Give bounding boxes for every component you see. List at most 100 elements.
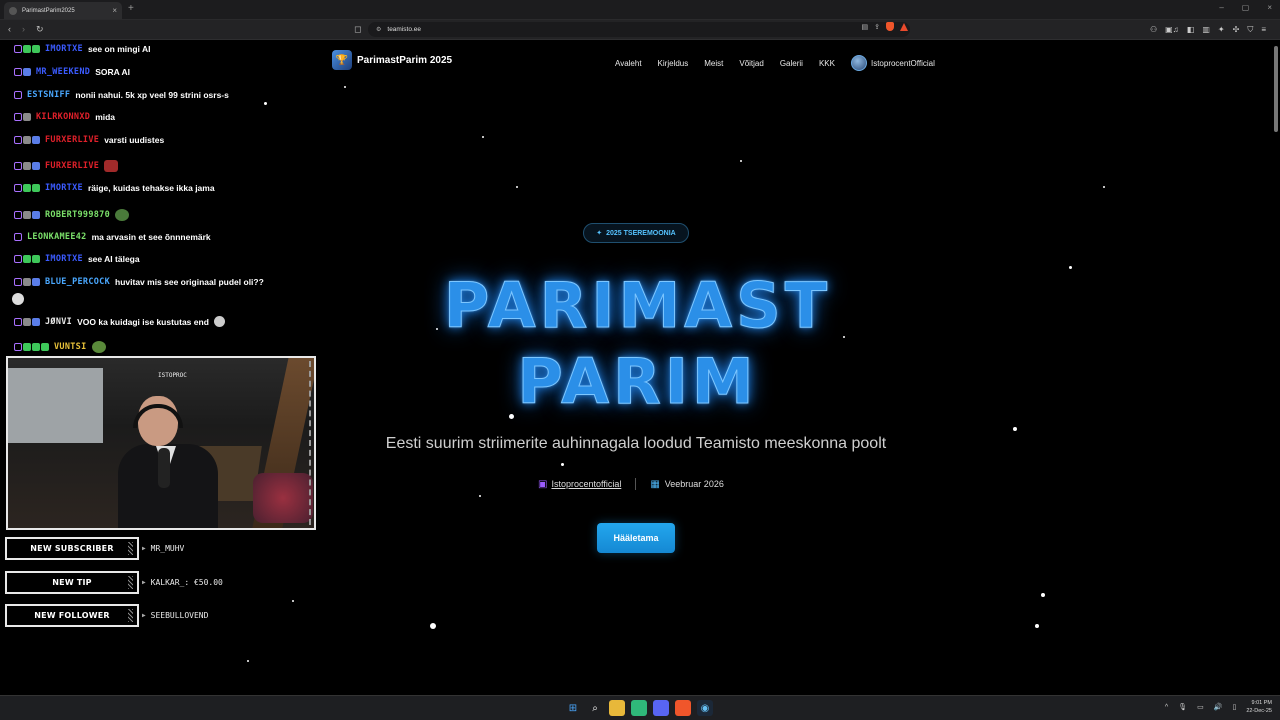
nav-avaleht[interactable]: Avaleht [615,59,642,68]
chat-badges [14,162,40,170]
tab-favicon-icon [9,6,17,15]
media-icon[interactable]: ♫ [1173,25,1179,35]
chat-text: varsti uudistes [104,135,165,145]
chat-badges [14,211,40,219]
tab-title: ParimastParim2025 [22,7,75,14]
tray-chevron-icon[interactable]: ^ [1165,704,1168,711]
taskbar: ⊞ ⌕ ◉ ^ 🎙 ▭ 🔊 ▯ 9:01 PM 22-Dec-25 [0,695,1280,720]
new-tab-button[interactable]: + [128,3,134,14]
user-menu[interactable]: IstoprocentOfficial [850,55,935,71]
chat-username: VUNTSI [54,342,87,352]
page-scrollbar[interactable] [1274,46,1278,132]
browser-tab[interactable]: ParimastParim2025 × [4,2,122,19]
brave-shield-icon[interactable] [886,22,894,31]
bookmark-icon[interactable]: ◻ [354,24,361,35]
extensions-puzzle-icon[interactable]: ✣ [1233,25,1240,35]
maximize-icon[interactable]: ▢ [1242,3,1250,12]
channel-link[interactable]: ▣ Istoprocentofficial [538,479,621,490]
nav-kirjeldus[interactable]: Kirjeldus [658,59,689,68]
alert-subscriber-value: ▶ MR_MUHV [142,544,184,553]
chat-username: IMORTXE [45,44,83,54]
leo-icon[interactable]: ✦ [1218,25,1225,35]
file-explorer-icon[interactable] [609,700,625,716]
site-info-icon[interactable]: ⚙ [376,26,381,33]
channel-link-text[interactable]: Istoprocentofficial [551,479,621,489]
chat-text: huvitav mis see originaal pudel oli?? [115,277,264,287]
windows-start-icon[interactable]: ⊞ [565,700,581,716]
user-name: IstoprocentOfficial [870,58,935,68]
forward-arrow-icon[interactable]: › [22,24,25,34]
nav-meist[interactable]: Meist [704,59,723,68]
search-icon[interactable]: ⌕ [587,700,603,716]
brave-browser-icon[interactable] [675,700,691,716]
reload-icon[interactable]: ↻ [36,24,44,35]
split-view-icon[interactable]: ▥ [1202,25,1210,35]
chat-username: FURXERLIVE [45,135,100,145]
chat-badges [14,68,31,76]
webcam-label: ISTOPROC [158,372,187,379]
chat-username: IMORTXE [45,183,83,193]
steam-icon[interactable]: ◉ [697,700,713,716]
wallet-icon[interactable]: ▣ [1165,25,1173,34]
app-icon[interactable] [631,700,647,716]
chat-message: LEONKAMEE42 ma arvasin et see õnnnemärk [14,232,211,242]
discord-icon[interactable] [653,700,669,716]
chat-badges [14,136,40,144]
chat-username: IMORTXE [45,254,83,264]
back-arrow-icon[interactable]: ‹ [8,24,11,34]
site-brand[interactable]: 🏆 ParimastParim 2025 [332,50,452,70]
chat-message: VUNTSI [14,341,106,353]
chat-message: IMORTXE räige, kuidas tehakse ikka jama [14,183,215,193]
chat-message: MR_WEEKEND SORA AI [14,67,130,77]
minimize-icon[interactable]: – [1219,3,1223,12]
chat-badges [14,343,49,351]
vpn-icon[interactable]: ⛉ [1247,25,1253,35]
chat-username: ROBERT999870 [45,210,111,220]
arrow-icon: ▶ [142,579,146,586]
tab-close-icon[interactable]: × [112,6,117,15]
chat-emote [115,209,130,221]
taskbar-apps: ⊞ ⌕ ◉ [565,700,713,716]
url-actions: ▤ ⇪ [862,22,908,31]
battery-icon[interactable]: ▯ [1232,703,1236,711]
network-icon[interactable]: ▭ [1197,703,1204,711]
chat-emote [213,316,225,327]
chat-message: KILRKONNXD mida [14,112,115,122]
chat-badges [14,113,31,121]
reader-mode-icon[interactable]: ▤ [862,23,869,31]
clock-date: 22-Dec-25 [1246,708,1272,714]
chat-emote [12,293,24,305]
webcam-clutter [253,473,313,523]
microphone-tray-icon[interactable]: 🎙 [1178,703,1187,711]
toolbar-icons-right: ♫ ◧ ▥ ✦ ✣ ⛉ ≡ [1173,25,1266,35]
menu-icon[interactable]: ≡ [1261,25,1266,35]
extension-icon[interactable]: ⚇ [1150,25,1157,34]
chat-text: VOO ka kuidagi ise kustutas end [77,316,209,327]
chat-text: mida [95,112,116,122]
event-date: ▦ Veebruar 2026 [650,479,724,490]
alert-follower-value: ▶ SEEBULLOVEND [142,611,208,620]
close-window-icon[interactable]: × [1267,3,1272,12]
nav-voitjad[interactable]: Võitjad [739,59,763,68]
sparkle-icon: ✦ [596,230,603,237]
volume-icon[interactable]: 🔊 [1214,703,1223,711]
share-icon[interactable]: ⇪ [874,23,880,31]
chat-emote [104,160,119,172]
meta-divider [635,478,637,490]
nav-kkk[interactable]: KKK [819,59,835,68]
calendar-icon: ▦ [650,478,660,490]
url-input[interactable]: ⚙ teamisto.ee [368,22,910,37]
nav-galerii[interactable]: Galerii [780,59,803,68]
sidebar-icon[interactable]: ◧ [1187,25,1195,35]
vote-button[interactable]: Hääletama [597,523,675,553]
chat-badges [14,278,40,286]
brave-rewards-icon[interactable] [900,22,908,31]
chat-badges [14,317,40,326]
alert-new-tip: NEW TIP [5,571,139,594]
webcam-frame-decoration [308,361,311,525]
event-date-text: Veebruar 2026 [664,478,724,489]
twitch-icon: ▣ [538,478,548,490]
clock[interactable]: 9:01 PM 22-Dec-25 [1246,699,1272,715]
alert-value-text: KALKAR_: €50.00 [150,578,223,587]
brand-logo-icon: 🏆 [332,50,352,70]
